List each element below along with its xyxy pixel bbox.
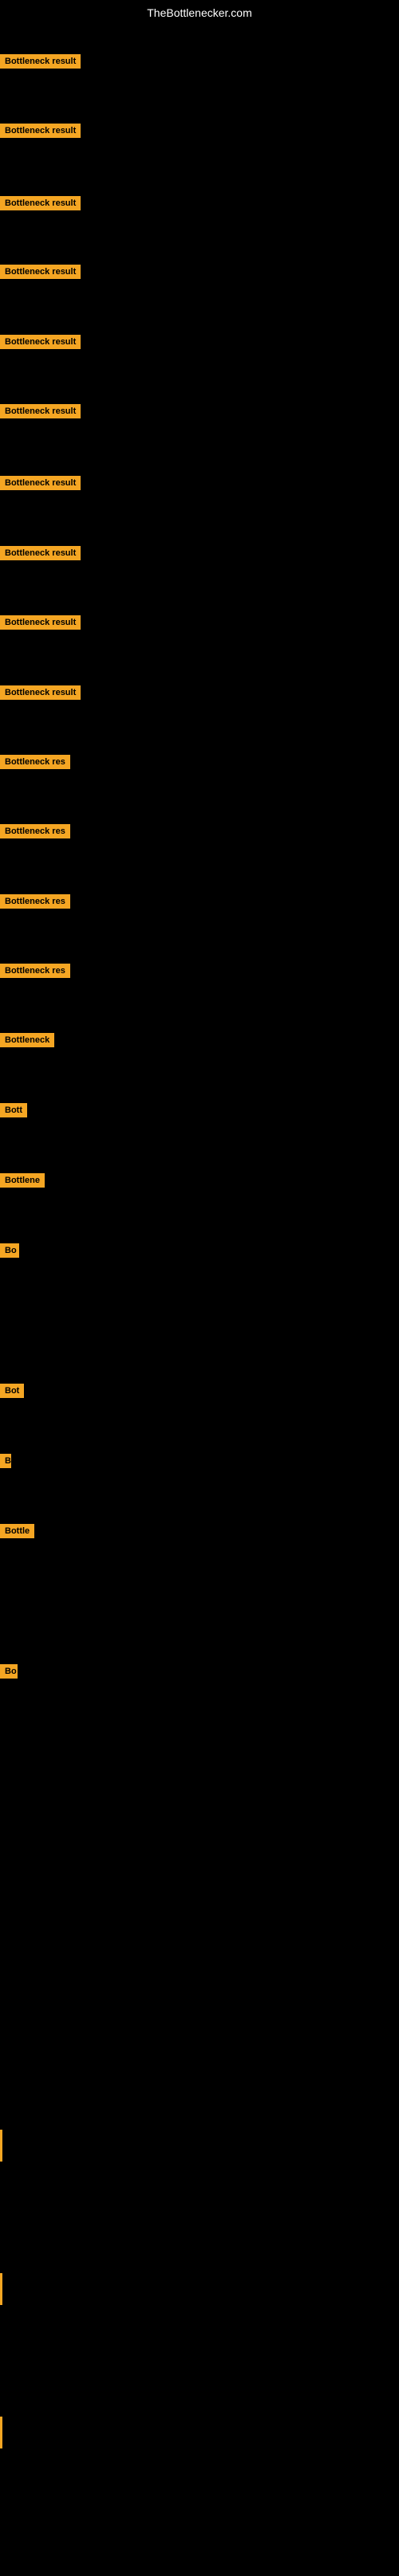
bottleneck-label-5: Bottleneck result [0,404,81,422]
bottleneck-label-17: Bo [0,1243,19,1262]
bottleneck-label-11: Bottleneck res [0,824,70,842]
bottleneck-text-18: Bot [0,1384,24,1398]
bottleneck-text-4: Bottleneck result [0,335,81,349]
bottleneck-label-20: Bottle [0,1524,34,1542]
bottleneck-label-2: Bottleneck result [0,196,81,214]
bottleneck-label-10: Bottleneck res [0,755,70,773]
bottleneck-text-1: Bottleneck result [0,124,81,138]
bottleneck-label-18: Bot [0,1384,24,1402]
bottleneck-label-14: Bottleneck [0,1033,54,1051]
bottleneck-text-19: B [0,1454,11,1468]
bar-line-0 [0,2130,2,2162]
bottleneck-label-1: Bottleneck result [0,124,81,142]
bottleneck-label-6: Bottleneck result [0,476,81,494]
bottleneck-text-20: Bottle [0,1524,34,1538]
bottleneck-label-15: Bott [0,1103,27,1121]
bottleneck-text-0: Bottleneck result [0,54,81,69]
bottleneck-text-21: Bo [0,1664,18,1679]
bottleneck-label-13: Bottleneck res [0,964,70,982]
bottleneck-label-8: Bottleneck result [0,615,81,634]
bottleneck-label-21: Bo [0,1664,18,1683]
bottleneck-label-7: Bottleneck result [0,546,81,564]
bottleneck-label-12: Bottleneck res [0,894,70,913]
bottleneck-text-13: Bottleneck res [0,964,70,978]
bottleneck-label-16: Bottlene [0,1173,45,1192]
bottleneck-text-7: Bottleneck result [0,546,81,560]
bottleneck-text-5: Bottleneck result [0,404,81,418]
bottleneck-text-9: Bottleneck result [0,685,81,700]
bottleneck-text-2: Bottleneck result [0,196,81,210]
bottleneck-label-4: Bottleneck result [0,335,81,353]
bar-line-1 [0,2273,2,2305]
bottleneck-label-3: Bottleneck result [0,265,81,283]
bottleneck-label-0: Bottleneck result [0,54,81,73]
bottleneck-label-9: Bottleneck result [0,685,81,704]
bottleneck-text-3: Bottleneck result [0,265,81,279]
bottleneck-text-16: Bottlene [0,1173,45,1188]
bottleneck-text-11: Bottleneck res [0,824,70,838]
bottleneck-text-10: Bottleneck res [0,755,70,769]
bar-line-2 [0,2417,2,2448]
bottleneck-text-8: Bottleneck result [0,615,81,630]
bottleneck-label-19: B [0,1454,11,1472]
bottleneck-text-17: Bo [0,1243,19,1258]
site-title: TheBottlenecker.com [0,0,399,26]
bottleneck-text-6: Bottleneck result [0,476,81,490]
bottleneck-text-15: Bott [0,1103,27,1117]
bottleneck-text-12: Bottleneck res [0,894,70,909]
bottleneck-text-14: Bottleneck [0,1033,54,1047]
